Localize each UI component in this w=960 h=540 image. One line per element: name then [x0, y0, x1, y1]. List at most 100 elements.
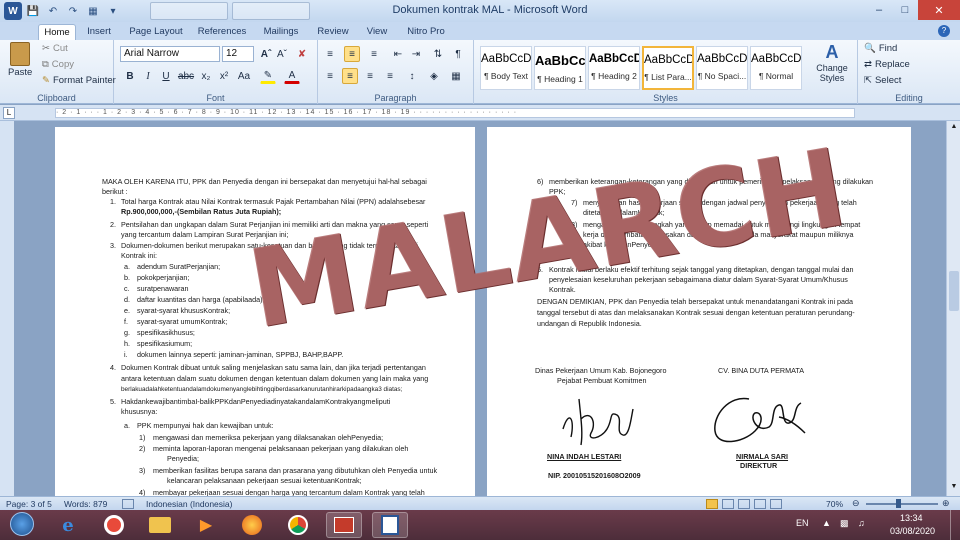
shrink-font-icon[interactable]: Aˇ [274, 46, 290, 62]
tab-selector-icon[interactable]: L [3, 107, 15, 119]
grow-font-icon[interactable]: Aˆ [258, 46, 274, 62]
chrome-icon[interactable] [280, 512, 316, 538]
media-player-icon[interactable]: ▶ [188, 512, 224, 538]
tab-references[interactable]: References [194, 24, 250, 40]
scroll-thumb[interactable] [949, 271, 959, 311]
format-painter-button[interactable]: ✎ Format Painter [42, 75, 116, 86]
background-tab[interactable] [232, 2, 310, 20]
view-full-screen-icon[interactable] [722, 499, 734, 509]
multilevel-list-icon[interactable]: ≡ [366, 46, 382, 62]
borders-icon[interactable]: ▦ [448, 68, 464, 84]
change-case-icon[interactable]: Aa [236, 68, 252, 84]
language-bar[interactable]: EN [796, 518, 809, 528]
tab-nitro-pro[interactable]: Nitro Pro [402, 24, 450, 40]
subscript-icon[interactable]: x₂ [198, 68, 214, 84]
vertical-ruler[interactable] [0, 121, 14, 496]
customize-toolbar-icon[interactable]: ▾ [104, 2, 122, 20]
network-icon[interactable]: ▩ [840, 518, 849, 529]
office-button[interactable] [4, 24, 36, 40]
copy-button[interactable]: ⧉ Copy [42, 59, 74, 70]
font-color-icon[interactable]: A [284, 68, 300, 84]
zoom-slider[interactable] [866, 503, 938, 505]
view-outline-icon[interactable] [754, 499, 766, 509]
record-app-icon[interactable] [96, 512, 132, 538]
folder-icon[interactable] [142, 512, 178, 538]
scroll-up-icon[interactable]: ▲ [949, 123, 959, 133]
horizontal-ruler[interactable]: · 2 · 1 · · · 1 · 2 · 3 · 4 · 5 · 6 · 7 … [55, 108, 855, 118]
highlight-icon[interactable]: ✎ [260, 68, 276, 84]
shading-icon[interactable]: ◈ [426, 68, 442, 84]
tab-review[interactable]: Review [312, 24, 354, 40]
close-icon[interactable]: ✕ [918, 0, 960, 20]
show-desktop-button[interactable] [950, 510, 960, 540]
tab-home[interactable]: Home [38, 24, 76, 40]
clock-time[interactable]: 13:34 [900, 513, 923, 523]
justify-icon[interactable]: ≡ [382, 68, 398, 84]
align-center-icon[interactable]: ≡ [342, 68, 358, 84]
clock-date[interactable]: 03/08/2020 [890, 526, 935, 536]
zoom-slider-thumb[interactable] [896, 499, 901, 508]
style-heading-1[interactable]: AaBbCc ¶ Heading 1 [534, 46, 586, 90]
style-body-text[interactable]: AaBbCcD ¶ Body Text [480, 46, 532, 90]
view-web-layout-icon[interactable] [738, 499, 750, 509]
font-name-combo[interactable]: Arial Narrow [120, 46, 220, 62]
word-count[interactable]: Words: 879 [64, 499, 107, 509]
windows-start-icon[interactable] [4, 511, 40, 537]
firefox-icon[interactable] [234, 512, 270, 538]
decrease-indent-icon[interactable]: ⇤ [390, 46, 406, 62]
clear-format-icon[interactable]: ✘ [294, 46, 310, 62]
save-icon[interactable]: 💾 [24, 2, 42, 20]
underline-icon[interactable]: U [158, 68, 174, 84]
change-styles-button[interactable]: A Change Styles [810, 42, 854, 83]
minimize-icon[interactable]: – [866, 0, 892, 20]
superscript-icon[interactable]: x² [216, 68, 232, 84]
cut-button[interactable]: ✂ Cut [42, 43, 68, 54]
bold-icon[interactable]: B [122, 68, 138, 84]
strikethrough-icon[interactable]: abc [178, 68, 194, 84]
tray-expand-icon[interactable]: ▲ [822, 518, 831, 528]
view-draft-icon[interactable] [770, 499, 782, 509]
paste-button[interactable]: Paste [8, 42, 32, 78]
increase-indent-icon[interactable]: ⇥ [408, 46, 424, 62]
show-formatting-icon[interactable]: ¶ [450, 46, 466, 62]
page-indicator[interactable]: Page: 3 of 5 [6, 499, 52, 509]
style-list-paragraph[interactable]: AaBbCcDc¶ List Para... [642, 46, 694, 90]
bullets-icon[interactable]: ≡ [322, 46, 338, 62]
proofing-icon[interactable] [122, 499, 134, 509]
line-spacing-icon[interactable]: ↕ [404, 68, 420, 84]
zoom-out-icon[interactable]: ⊖ [852, 498, 860, 509]
italic-icon[interactable]: I [140, 68, 156, 84]
zoom-level[interactable]: 70% [826, 499, 843, 509]
numbering-icon[interactable]: ≡ [344, 46, 360, 62]
replace-button[interactable]: ⇄ Replace [864, 59, 910, 70]
tab-page-layout[interactable]: Page Layout [124, 24, 188, 40]
sort-icon[interactable]: ⇅ [430, 46, 446, 62]
volume-icon[interactable]: ♫ [858, 518, 865, 528]
tab-insert[interactable]: Insert [80, 24, 118, 40]
ie-icon[interactable]: e [50, 512, 86, 538]
style-normal[interactable]: AaBbCcDc¶ Normal [750, 46, 802, 90]
redo-icon[interactable]: ↷ [64, 2, 82, 20]
print-preview-icon[interactable]: ▦ [84, 2, 102, 20]
align-right-icon[interactable]: ≡ [362, 68, 378, 84]
find-button[interactable]: 🔍 Find [864, 43, 897, 54]
pdf-app-icon[interactable] [326, 512, 362, 538]
tab-view[interactable]: View [362, 24, 392, 40]
help-icon[interactable]: ? [938, 25, 950, 37]
vertical-scrollbar[interactable]: ▲ ▼ [946, 121, 960, 496]
tab-mailings[interactable]: Mailings [258, 24, 304, 40]
maximize-icon[interactable]: □ [892, 0, 918, 20]
style-no-spacing[interactable]: AaBbCcDc¶ No Spaci... [696, 46, 748, 90]
language-indicator[interactable]: Indonesian (Indonesia) [146, 499, 232, 509]
background-tab[interactable] [150, 2, 228, 20]
font-size-combo[interactable]: 12 [222, 46, 254, 62]
undo-icon[interactable]: ↶ [44, 2, 62, 20]
align-left-icon[interactable]: ≡ [322, 68, 338, 84]
scroll-down-icon[interactable]: ▼ [949, 483, 959, 493]
word-taskbar-icon[interactable] [372, 512, 408, 538]
view-print-layout-icon[interactable] [706, 499, 718, 509]
style-heading-2[interactable]: AaBbCcD ¶ Heading 2 [588, 46, 640, 90]
zoom-in-icon[interactable]: ⊕ [942, 498, 950, 509]
word-icon[interactable]: W [4, 2, 22, 20]
select-button[interactable]: ⇱ Select [864, 75, 901, 86]
